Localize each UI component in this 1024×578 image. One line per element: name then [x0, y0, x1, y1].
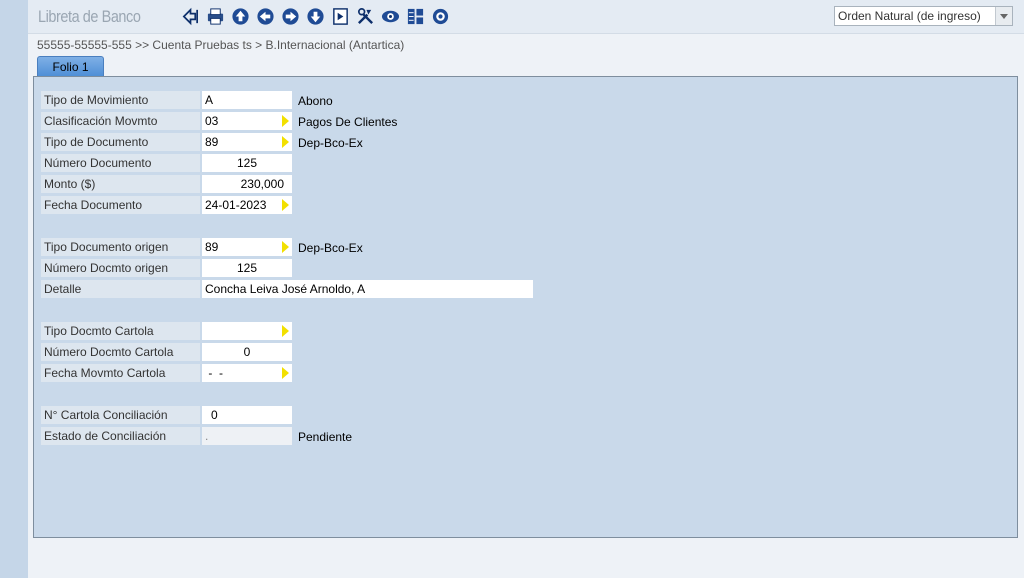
input-numero-doc-cartola[interactable]: 0 [202, 343, 292, 361]
breadcrumb: 55555-55555-555 >> Cuenta Pruebas ts > B… [37, 38, 405, 52]
left-strip [0, 0, 28, 578]
input-fecha-documento[interactable]: 24-01-2023 [202, 196, 292, 214]
lookup-arrow-icon[interactable] [282, 367, 289, 379]
prev-icon[interactable] [255, 6, 276, 27]
label-numero-documento: Número Documento [41, 154, 200, 172]
app-title: Libreta de Banco [38, 7, 141, 26]
label-clasificacion: Clasificación Movmto [41, 112, 200, 130]
form-panel: Tipo de Movimiento A Abono Clasificación… [33, 76, 1018, 538]
input-fecha-documento-value: 24-01-2023 [205, 198, 267, 212]
list-icon[interactable] [405, 6, 426, 27]
label-tipo-documento: Tipo de Documento [41, 133, 200, 151]
input-numero-doc-origen[interactable]: 125 [202, 259, 292, 277]
lookup-arrow-icon[interactable] [282, 325, 289, 337]
input-tipo-doc-origen-value: 89 [205, 240, 219, 254]
input-tipo-doc-origen[interactable]: 89 [202, 238, 292, 256]
input-tipo-documento-value: 89 [205, 135, 219, 149]
lookup-arrow-icon[interactable] [282, 136, 289, 148]
view-icon[interactable] [380, 6, 401, 27]
desc-tipo-doc-origen: Dep-Bco-Ex [298, 241, 363, 255]
next-icon[interactable] [280, 6, 301, 27]
desc-estado-conciliacion: Pendiente [298, 430, 353, 444]
label-numero-doc-origen: Número Docmto origen [41, 259, 200, 277]
lookup-arrow-icon[interactable] [282, 199, 289, 211]
input-cartola-conciliacion[interactable]: 0 [202, 406, 292, 424]
input-fecha-mov-cartola-value: - - [205, 366, 223, 380]
tab-folio-1[interactable]: Folio 1 [37, 56, 104, 76]
label-tipo-doc-cartola: Tipo Docmto Cartola [41, 322, 200, 340]
settings-icon[interactable] [430, 6, 451, 27]
label-fecha-mov-cartola: Fecha Movmto Cartola [41, 364, 200, 382]
order-select-value: Orden Natural (de ingreso) [838, 9, 981, 23]
desc-clasificacion: Pagos De Clientes [298, 115, 398, 129]
workarea: Libreta de Banco Orden Natural (de ingre… [28, 0, 1024, 578]
input-tipo-documento[interactable]: 89 [202, 133, 292, 151]
input-detalle[interactable]: Concha Leiva José Arnoldo, A [202, 280, 533, 298]
last-icon[interactable] [305, 6, 326, 27]
first-icon[interactable] [230, 6, 251, 27]
desc-tipo-movimiento: Abono [298, 94, 333, 108]
input-estado-conciliacion: . [202, 427, 292, 445]
label-monto: Monto ($) [41, 175, 200, 193]
chevron-down-icon[interactable] [995, 7, 1012, 25]
bottom-bar [28, 540, 1024, 578]
input-clasificacion-value: 03 [205, 114, 219, 128]
label-tipo-doc-origen: Tipo Documento origen [41, 238, 200, 256]
tools-icon[interactable] [355, 6, 376, 27]
label-detalle: Detalle [41, 280, 200, 298]
toolbar: Libreta de Banco Orden Natural (de ingre… [28, 0, 1024, 34]
input-tipo-movimiento[interactable]: A [202, 91, 292, 109]
label-tipo-movimiento: Tipo de Movimiento [41, 91, 200, 109]
lookup-arrow-icon[interactable] [282, 241, 289, 253]
label-estado-conciliacion: Estado de Conciliación [41, 427, 200, 445]
input-clasificacion[interactable]: 03 [202, 112, 292, 130]
order-select[interactable]: Orden Natural (de ingreso) [834, 6, 1013, 26]
input-fecha-mov-cartola[interactable]: - - [202, 364, 292, 382]
label-cartola-conciliacion: N° Cartola Conciliación [41, 406, 200, 424]
grid-icon[interactable] [330, 6, 351, 27]
label-fecha-documento: Fecha Documento [41, 196, 200, 214]
desc-tipo-documento: Dep-Bco-Ex [298, 136, 363, 150]
input-numero-documento[interactable]: 125 [202, 154, 292, 172]
label-numero-doc-cartola: Número Docmto Cartola [41, 343, 200, 361]
lookup-arrow-icon[interactable] [282, 115, 289, 127]
toolbar-icons [180, 6, 451, 28]
print-icon[interactable] [205, 6, 226, 27]
back-icon[interactable] [180, 6, 201, 27]
input-tipo-doc-cartola[interactable] [202, 322, 292, 340]
input-monto[interactable]: 230,000 [202, 175, 292, 193]
